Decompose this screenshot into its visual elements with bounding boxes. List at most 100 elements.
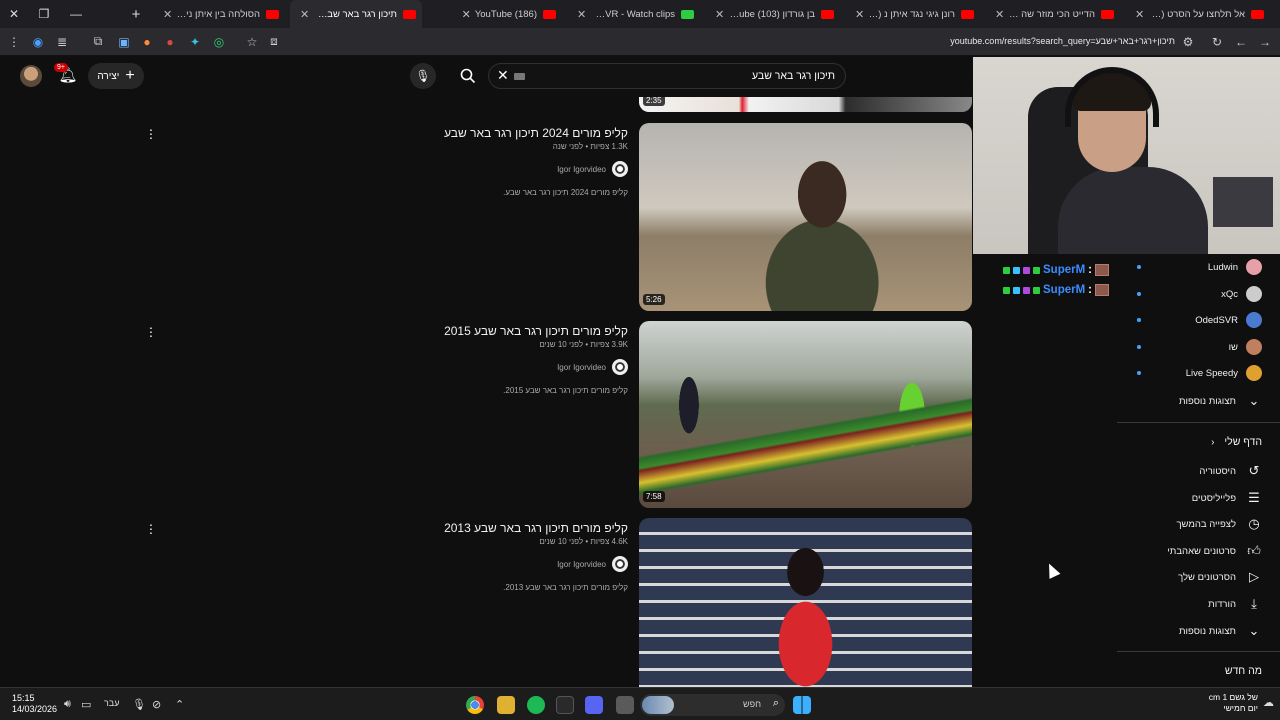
subscription-item[interactable]: Live Speedy — [1186, 365, 1262, 381]
close-window-icon[interactable]: ✕ — [0, 0, 28, 28]
show-more-subscriptions-button[interactable]: ⌄ תצוגות נוספות — [1179, 393, 1262, 409]
menu-dots-icon[interactable]: ⋮ — [2, 30, 26, 54]
close-tab-icon[interactable]: ✕ — [163, 8, 172, 21]
file-explorer-icon[interactable] — [616, 696, 634, 714]
youtube-favicon-icon — [266, 9, 279, 19]
bookmark-star-icon[interactable]: ☆ — [240, 30, 264, 54]
browser-toolbar: ⋮ ◉ ≣ ⧉ ▣ ● ● ✦ ◎ ☆ ⧈ youtube.com/result… — [0, 28, 1280, 56]
chat-message: SuperM : — [1003, 264, 1110, 276]
app-icon[interactable] — [497, 696, 515, 714]
chevron-right-icon: ‹ — [1211, 436, 1215, 448]
tray-overflow-chevron-icon[interactable]: ⌃ — [175, 698, 184, 711]
weather-widget[interactable]: של גשם 1 cm יום חמישי — [1209, 692, 1258, 714]
sidebar-item-watch-later[interactable]: ◷ לצפייה בהמשך — [1176, 516, 1262, 532]
back-arrow-icon[interactable]: ← — [1229, 30, 1253, 54]
clear-search-icon[interactable]: ✕ — [497, 67, 509, 84]
subscription-item[interactable]: שו — [1229, 339, 1262, 355]
browser-tab[interactable]: בן גורדון (103) YouTube ✕ — [705, 0, 840, 28]
browser-tab[interactable]: אל תלחצו על הסרט (103) ✕ — [1125, 0, 1270, 28]
search-button[interactable] — [448, 63, 488, 89]
browser-tab[interactable]: הדייט הכי מוזר שה (103) ✕ — [985, 0, 1120, 28]
video-title[interactable]: קליפ מורים תיכון רגר באר שבע 2015 — [444, 324, 628, 338]
live-indicator-dot — [1137, 345, 1141, 349]
video-description: קליפ מורים 2024 תיכון רגר באר שבע. — [503, 188, 628, 197]
discord-icon[interactable] — [585, 696, 603, 714]
account-avatar[interactable] — [20, 65, 42, 87]
close-tab-icon[interactable]: ✕ — [462, 8, 471, 21]
extension-icon[interactable]: ● — [158, 30, 182, 54]
close-tab-icon[interactable]: ✕ — [300, 8, 309, 21]
close-tab-icon[interactable]: ✕ — [855, 8, 864, 21]
video-thumbnail[interactable]: 7:58 — [639, 321, 972, 508]
sidebar-item-downloads[interactable]: ⤓ הורדות — [1208, 596, 1262, 612]
more-actions-icon[interactable]: · · · — [146, 517, 156, 539]
youtube-favicon-icon — [1101, 9, 1114, 19]
subscription-item[interactable]: xQc — [1221, 286, 1262, 302]
video-title[interactable]: קליפ מורים תיכון רגר באר שבע 2013 — [444, 521, 628, 535]
extension-icon[interactable]: ✦ — [183, 30, 207, 54]
webcam-background-shelf — [1213, 177, 1273, 227]
close-tab-icon[interactable]: ✕ — [1135, 8, 1144, 21]
forward-arrow-icon[interactable]: → — [1253, 30, 1277, 54]
network-off-icon[interactable]: ⊘ — [152, 698, 161, 711]
microphone-icon[interactable]: 🎙︎ — [132, 698, 146, 711]
browser-tab[interactable]: הסולחה בין איתן ניסים לר ✕ — [153, 0, 285, 28]
browser-tab[interactable]: (186) YouTube ✕ — [430, 0, 562, 28]
subscription-item[interactable]: Ludwin — [1208, 259, 1262, 275]
subscription-item[interactable]: OdedSVR — [1195, 312, 1262, 328]
chrome-icon[interactable] — [466, 696, 484, 714]
extension-icon[interactable]: ▣ — [112, 30, 136, 54]
extension-icon[interactable]: ● — [135, 30, 159, 54]
more-actions-icon[interactable]: · · · — [146, 122, 156, 144]
show-more-you-button[interactable]: ⌄ תצוגות נוספות — [1179, 623, 1262, 639]
taskbar-clock[interactable]: 15:15 14/03/2026 — [12, 693, 57, 715]
more-actions-icon[interactable]: · · · — [146, 320, 156, 342]
cast-icon[interactable]: ⧈ — [262, 30, 286, 54]
channel-link[interactable]: Igor Igorvideo — [557, 359, 628, 375]
search-icon: ⌕ — [772, 697, 779, 709]
video-thumbnail[interactable] — [639, 518, 972, 687]
whats-new-section-header[interactable]: מה חדש — [1225, 665, 1262, 677]
voice-search-mic-icon[interactable]: 🎙︎ — [410, 63, 436, 89]
channel-link[interactable]: Igor Igorvideo — [557, 161, 628, 177]
close-tab-icon[interactable]: ✕ — [577, 8, 586, 21]
sidebar-item-your-videos[interactable]: ▷ הסרטונים שלך — [1178, 569, 1262, 585]
site-settings-icon[interactable]: ⚙ — [1176, 30, 1200, 54]
extension-icon[interactable]: ◉ — [26, 30, 50, 54]
channel-avatar — [612, 359, 628, 375]
reload-icon[interactable]: ↻ — [1205, 30, 1229, 54]
video-title[interactable]: קליפ מורים 2024 תיכון רגר באר שבע — [444, 126, 628, 140]
channel-link[interactable]: Igor Igorvideo — [557, 556, 628, 572]
address-bar[interactable]: youtube.com/results?search_query=תיכון+ר… — [950, 36, 1175, 46]
browser-tab[interactable]: OdedSVR - Watch clips ✕ — [567, 0, 700, 28]
channel-avatar — [612, 556, 628, 572]
volume-icon[interactable]: 🔊︎ — [64, 698, 71, 711]
spotify-icon[interactable] — [527, 696, 545, 714]
sidebar-item-playlists[interactable]: ☰ פלייליסטים — [1192, 490, 1262, 506]
search-input[interactable]: ✕ תיכון רגר באר שבע — [488, 63, 846, 89]
create-button[interactable]: יצירה + — [88, 63, 144, 89]
minimize-window-icon[interactable]: — — [62, 0, 90, 28]
display-icon[interactable]: ▭ — [81, 698, 91, 711]
sidebar-item-history[interactable]: ↺ היסטוריה — [1199, 463, 1262, 479]
video-thumbnail[interactable]: 2:35 — [639, 97, 972, 112]
taskbar-search[interactable]: חפש ⌕ — [640, 694, 785, 716]
restore-window-icon[interactable]: ❐ — [30, 0, 58, 28]
video-thumbnail[interactable]: 5:26 — [639, 123, 972, 311]
windows-start-icon[interactable] — [793, 696, 811, 714]
channel-avatar — [1246, 312, 1262, 328]
terminal-icon[interactable] — [556, 696, 574, 714]
extension-icon[interactable]: ◎ — [207, 30, 231, 54]
puzzle-icon[interactable]: ⧉ — [86, 30, 110, 54]
kick-favicon-icon — [681, 9, 694, 19]
you-section-header[interactable]: הדף שלי ‹ — [1211, 436, 1262, 448]
close-tab-icon[interactable]: ✕ — [715, 8, 724, 21]
new-tab-button[interactable]: + — [122, 0, 150, 28]
browser-tab[interactable]: רונן גיגי נגד איתן נ (103) ✕ — [845, 0, 980, 28]
extension-icon[interactable]: ≣ — [50, 30, 74, 54]
language-indicator[interactable]: עבר — [104, 698, 119, 708]
close-tab-icon[interactable]: ✕ — [995, 8, 1004, 21]
keyboard-icon[interactable] — [514, 73, 525, 80]
sidebar-item-liked-videos[interactable]: 👍︎ סרטונים שאהבתי — [1167, 543, 1262, 559]
browser-tab-active[interactable]: תיכון רגר באר שבע (185) ✕ — [290, 0, 422, 28]
